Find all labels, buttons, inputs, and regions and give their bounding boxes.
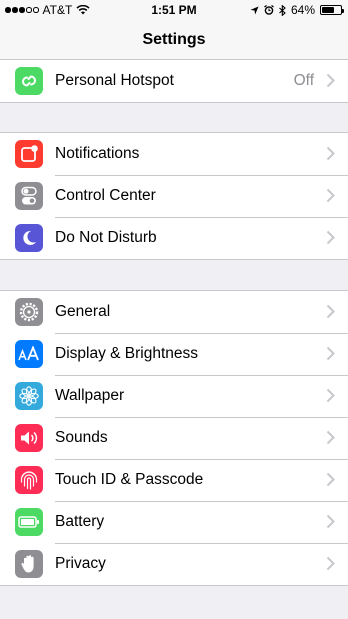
chevron-right-icon (326, 146, 335, 161)
row-display-brightness[interactable]: Display & Brightness (0, 333, 348, 375)
row-label: General (55, 303, 111, 320)
hotspot-icon (15, 67, 43, 95)
status-right: 64% (250, 3, 344, 17)
row-label: Touch ID & Passcode (55, 471, 204, 488)
row-label: Battery (55, 513, 105, 530)
row-label: Do Not Disturb (55, 229, 157, 246)
settings-group-general: General Display & Brightness Wallpaper S… (0, 290, 348, 586)
row-label: Control Center (55, 187, 156, 204)
row-value: Off (293, 72, 314, 89)
chevron-right-icon (326, 188, 335, 203)
row-privacy[interactable]: Privacy (0, 543, 348, 585)
navigation-bar: Settings (0, 20, 348, 60)
row-label: Notifications (55, 145, 140, 162)
row-do-not-disturb[interactable]: Do Not Disturb (0, 217, 348, 259)
battery-indicator-icon (320, 5, 344, 15)
chevron-right-icon (326, 430, 335, 445)
row-label: Privacy (55, 555, 106, 572)
chevron-right-icon (326, 230, 335, 245)
fingerprint-icon (15, 466, 43, 494)
control-center-icon (15, 182, 43, 210)
chevron-right-icon (326, 514, 335, 529)
battery-percent: 64% (290, 3, 315, 17)
chevron-right-icon (326, 388, 335, 403)
chevron-right-icon (326, 304, 335, 319)
hand-icon (15, 550, 43, 578)
row-touch-id-passcode[interactable]: Touch ID & Passcode (0, 459, 348, 501)
row-label: Sounds (55, 429, 108, 446)
bluetooth-icon (279, 4, 286, 16)
location-arrow-icon (250, 5, 259, 15)
speaker-icon (15, 424, 43, 452)
settings-group-connectivity: Personal Hotspot Off (0, 59, 348, 103)
status-bar: AT&T 1:51 PM 64% (0, 0, 348, 20)
chevron-right-icon (326, 472, 335, 487)
row-notifications[interactable]: Notifications (0, 133, 348, 175)
row-sounds[interactable]: Sounds (0, 417, 348, 459)
moon-icon (15, 224, 43, 252)
page-title: Settings (142, 31, 206, 48)
flower-icon (15, 382, 43, 410)
gear-icon (15, 298, 43, 326)
alarm-icon (264, 5, 274, 15)
battery-icon (15, 508, 43, 536)
notifications-icon (15, 140, 43, 168)
row-label: Personal Hotspot (55, 72, 174, 89)
row-personal-hotspot[interactable]: Personal Hotspot Off (0, 60, 348, 102)
settings-group-notifications: Notifications Control Center Do Not Dist… (0, 132, 348, 260)
row-general[interactable]: General (0, 291, 348, 333)
chevron-right-icon (326, 556, 335, 571)
chevron-right-icon (326, 73, 335, 88)
row-control-center[interactable]: Control Center (0, 175, 348, 217)
row-wallpaper[interactable]: Wallpaper (0, 375, 348, 417)
text-size-icon (15, 340, 43, 368)
row-battery[interactable]: Battery (0, 501, 348, 543)
row-label: Display & Brightness (55, 345, 199, 362)
chevron-right-icon (326, 346, 335, 361)
row-label: Wallpaper (55, 387, 125, 404)
